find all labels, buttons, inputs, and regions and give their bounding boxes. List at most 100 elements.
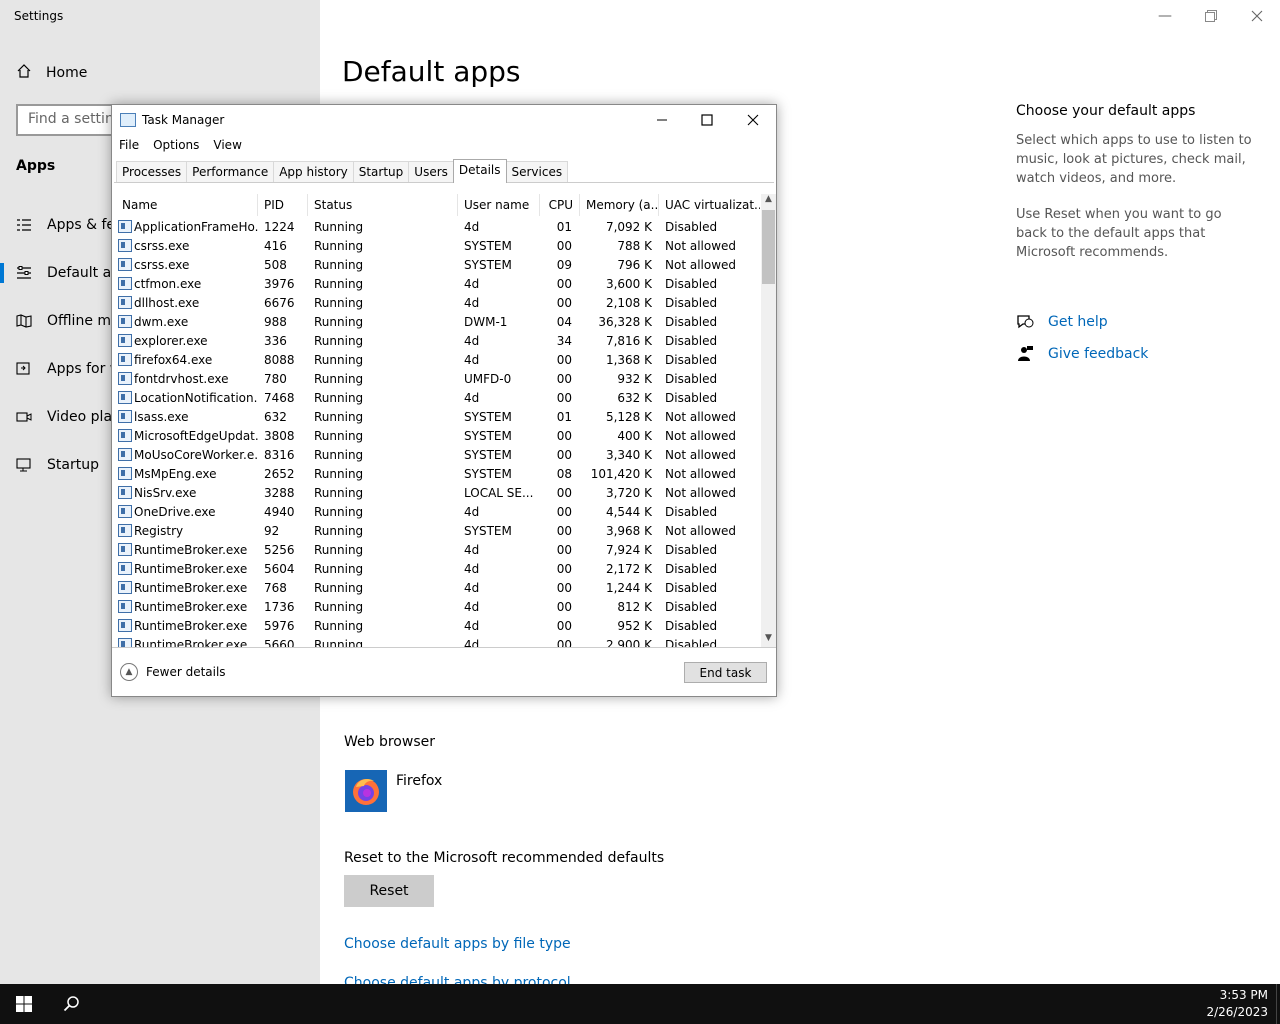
table-row[interactable]: dllhost.exe 6676 Running 4d 00 2,108 K Disable… <box>114 294 760 313</box>
cell-user-name: 4d <box>464 353 480 367</box>
table-row[interactable]: RuntimeBroker.exe 1736 Running 4d 00 812 K Dis… <box>114 598 760 617</box>
tab-services[interactable]: Services <box>505 161 569 183</box>
minimize-button[interactable]: — <box>1142 0 1188 32</box>
reset-button[interactable]: Reset <box>344 875 434 907</box>
get-help-link[interactable]: Get help <box>1016 314 1108 330</box>
table-row[interactable]: RuntimeBroker.exe 768 Running 4d 00 1,244 K Di… <box>114 579 760 598</box>
process-icon <box>118 543 132 556</box>
table-row[interactable]: MsMpEng.exe 2652 Running SYSTEM 08 101,420 K N… <box>114 465 760 484</box>
show-desktop-button[interactable] <box>1276 984 1280 1024</box>
cell-status: Running <box>314 467 364 481</box>
table-row[interactable]: NisSrv.exe 3288 Running LOCAL SE... 00 3,720 … <box>114 484 760 503</box>
close-button[interactable] <box>1234 0 1280 32</box>
col-header-memory[interactable]: Memory (a... <box>580 194 659 216</box>
col-header-status[interactable]: Status <box>308 194 458 216</box>
table-row[interactable]: csrss.exe 416 Running SYSTEM 00 788 K Not allo… <box>114 237 760 256</box>
cell-cpu: 00 <box>556 486 572 500</box>
col-header-cpu[interactable]: CPU <box>540 194 580 216</box>
home-nav-item[interactable]: Home <box>16 63 87 83</box>
cell-user-name: SYSTEM <box>464 448 512 462</box>
process-icon <box>118 410 132 423</box>
table-row[interactable]: MicrosoftEdgeUpdat... 3808 Running SYSTEM 00… <box>114 427 760 446</box>
cell-user-name: 4d <box>464 619 480 633</box>
cell-cpu: 00 <box>556 638 572 647</box>
tab-users[interactable]: Users <box>408 161 454 183</box>
col-header-uac[interactable]: UAC virtualizat... <box>659 194 760 216</box>
table-row[interactable]: dwm.exe 988 Running DWM-1 04 36,328 K Disabled <box>114 313 760 332</box>
cell-name: csrss.exe <box>134 258 190 272</box>
table-row[interactable]: RuntimeBroker.exe 5660 Running 4d 00 2,900 K D… <box>114 636 760 647</box>
fewer-details-toggle[interactable]: ▲ Fewer details <box>120 663 226 681</box>
list-icon <box>16 217 32 233</box>
taskbar-clock[interactable]: 3:53 PM 2/26/2023 <box>1206 987 1268 1021</box>
cell-pid: 336 <box>264 334 287 348</box>
tm-minimize-button[interactable] <box>639 105 685 135</box>
cell-pid: 2652 <box>264 467 295 481</box>
tm-close-button[interactable] <box>730 105 776 135</box>
table-row[interactable]: explorer.exe 336 Running 4d 34 7,816 K Disable… <box>114 332 760 351</box>
cell-uac: Disabled <box>665 296 718 310</box>
cell-user-name: 4d <box>464 562 480 576</box>
home-icon <box>16 63 32 83</box>
menu-file[interactable]: File <box>112 136 146 156</box>
tab-performance[interactable]: Performance <box>186 161 275 183</box>
sort-ascending-icon: ⌃ <box>180 194 187 199</box>
task-manager-titlebar[interactable]: Task Manager <box>112 105 776 135</box>
table-row[interactable]: fontdrvhost.exe 780 Running UMFD-0 00 932 K Di… <box>114 370 760 389</box>
process-icon <box>118 239 132 252</box>
cell-name: ApplicationFrameHo... <box>134 220 258 234</box>
tab-startup[interactable]: Startup <box>352 161 410 183</box>
cell-cpu: 00 <box>556 391 572 405</box>
table-row[interactable]: firefox64.exe 8088 Running 4d 00 1,368 K Disab… <box>114 351 760 370</box>
tm-maximize-button[interactable] <box>684 105 730 135</box>
maximize-icon <box>701 114 713 126</box>
menu-view[interactable]: View <box>206 136 248 156</box>
cell-status: Running <box>314 524 364 538</box>
cell-status: Running <box>314 258 364 272</box>
process-icon <box>118 277 132 290</box>
tab-processes[interactable]: Processes <box>116 161 188 183</box>
cell-memory: 796 K <box>617 258 652 272</box>
cell-uac: Disabled <box>665 638 718 647</box>
table-row[interactable]: csrss.exe 508 Running SYSTEM 09 796 K Not allo… <box>114 256 760 275</box>
firefox-app-tile[interactable] <box>345 770 387 812</box>
menu-options[interactable]: Options <box>146 136 206 156</box>
col-header-pid[interactable]: PID <box>258 194 308 216</box>
web-browser-app-name[interactable]: Firefox <box>396 773 442 789</box>
give-feedback-link[interactable]: Give feedback <box>1016 345 1148 363</box>
table-row[interactable]: RuntimeBroker.exe 5604 Running 4d 00 2,172 K D… <box>114 560 760 579</box>
table-row[interactable]: ctfmon.exe 3976 Running 4d 00 3,600 K Disabled <box>114 275 760 294</box>
cell-uac: Not allowed <box>665 429 737 443</box>
end-task-button[interactable]: End task <box>684 662 767 683</box>
process-icon <box>118 220 132 233</box>
table-row[interactable]: Registry 92 Running SYSTEM 00 3,968 K Not allo… <box>114 522 760 541</box>
restore-button[interactable] <box>1188 0 1234 32</box>
taskbar: 3:53 PM 2/26/2023 <box>0 984 1280 1024</box>
vertical-scrollbar[interactable]: ▲ ▼ <box>761 194 776 647</box>
col-header-user-name[interactable]: User name <box>458 194 540 216</box>
table-row[interactable]: RuntimeBroker.exe 5976 Running 4d 00 952 K Dis… <box>114 617 760 636</box>
cell-name: RuntimeBroker.exe <box>134 581 248 595</box>
cell-cpu: 00 <box>556 505 572 519</box>
table-row[interactable]: LocationNotification... 7468 Running 4d 00 63… <box>114 389 760 408</box>
choose-by-protocol-link[interactable]: Choose default apps by protocol <box>344 975 571 984</box>
cell-pid: 988 <box>264 315 287 329</box>
cell-uac: Disabled <box>665 505 718 519</box>
tab-details[interactable]: Details <box>452 159 507 183</box>
taskbar-search-button[interactable] <box>48 984 96 1024</box>
scroll-down-arrow-icon[interactable]: ▼ <box>761 633 776 647</box>
start-button[interactable] <box>0 984 48 1024</box>
table-row[interactable]: lsass.exe 632 Running SYSTEM 01 5,128 K Not al… <box>114 408 760 427</box>
cell-uac: Disabled <box>665 391 718 405</box>
table-row[interactable]: RuntimeBroker.exe 5256 Running 4d 00 7,924 K D… <box>114 541 760 560</box>
tab-app-history[interactable]: App history <box>273 161 354 183</box>
cell-pid: 416 <box>264 239 287 253</box>
scrollbar-thumb[interactable] <box>762 210 775 284</box>
cell-cpu: 00 <box>556 562 572 576</box>
table-row[interactable]: ApplicationFrameHo... 1224 Running 4d 01 7,09… <box>114 218 760 237</box>
scroll-up-arrow-icon[interactable]: ▲ <box>761 194 776 208</box>
table-row[interactable]: MoUsoCoreWorker.e... 8316 Running SYSTEM 00 3… <box>114 446 760 465</box>
tm-tabs: Processes Performance App history Startu… <box>116 159 569 183</box>
choose-by-file-type-link[interactable]: Choose default apps by file type <box>344 936 571 952</box>
table-row[interactable]: OneDrive.exe 4940 Running 4d 00 4,544 K Disabl… <box>114 503 760 522</box>
